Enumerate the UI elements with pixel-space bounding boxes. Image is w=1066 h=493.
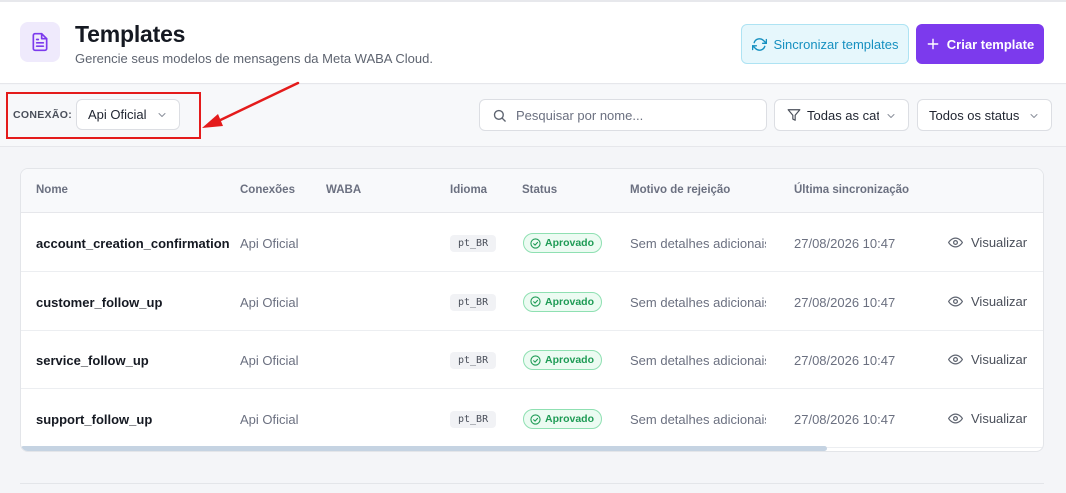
annotation-highlight-box [6,92,201,139]
templates-table: Nome Conexões WABA Idioma Status Motivo … [20,168,1044,452]
status-badge-label: Aprovado [545,413,595,426]
table-row: customer_follow_up Api Oficial pt_BR Aprova… [21,273,1043,331]
status-badge-label: Aprovado [545,354,595,367]
template-connection: Api Oficial [240,412,299,428]
rejection-reason: Sem detalhes adicionais. [630,236,766,251]
column-header-language[interactable]: Idioma [450,184,487,196]
template-connection: Api Oficial [240,236,299,251]
rejection-reason: Sem detalhes adicionais. [630,294,766,310]
last-sync-time: 27/08/2026 10:47 [794,236,896,251]
table-header: Nome Conexões WABA Idioma Status Motivo … [21,169,1043,213]
rejection-reason: Sem detalhes adicionais. [630,412,766,428]
template-name: support_follow_up [36,412,153,428]
status-badge-label: Aprovado [545,295,595,308]
check-circle-icon [530,237,541,249]
annotation-arrow [202,81,300,128]
check-circle-icon [530,413,541,425]
sync-templates-label: Sincronizar templates [773,36,899,52]
filter-toolbar: CONEXÃO: Api Oficial Todas as categorias… [0,81,1066,147]
chevron-down-icon [887,114,895,118]
last-sync-time: 27/08/2026 10:47 [794,353,896,369]
chevron-down-icon [1030,114,1038,118]
template-name: account_creation_confirmation [36,236,230,251]
template-name: service_follow_up [36,353,149,369]
column-header-rejection[interactable]: Motivo de rejeição [630,184,730,196]
create-template-label: Criar template [946,36,1035,52]
language-badge: pt_BR [450,411,497,429]
status-badge: Aprovado [523,409,603,430]
last-sync-time: 27/08/2026 10:47 [794,412,896,428]
page-title: Templates [75,21,186,47]
page-header: Templates Gerencie seus modelos de mensa… [0,0,1066,84]
view-template-label: Visualizar [971,352,1028,368]
search-icon [493,109,506,122]
view-template-label: Visualizar [971,411,1028,427]
view-template-label: Visualizar [971,235,1028,250]
view-template-button[interactable]: Visualizar [948,294,1027,309]
status-badge-label: Aprovado [545,237,595,249]
eye-icon [948,296,963,307]
eye-icon [948,237,963,248]
language-badge: pt_BR [450,235,497,252]
eye-icon [948,354,963,365]
search-field[interactable] [479,99,767,131]
page-subtitle: Gerencie seus modelos de mensagens da Me… [75,51,433,66]
template-connection: Api Oficial [240,294,299,310]
table-row: account_creation_confirmation Api Oficial… [21,214,1043,272]
document-icon [20,22,60,62]
status-badge: Aprovado [523,233,603,253]
column-header-status[interactable]: Status [522,184,557,196]
template-connection: Api Oficial [240,353,299,369]
view-template-button[interactable]: Visualizar [948,235,1027,250]
search-input[interactable] [516,107,756,123]
view-template-button[interactable]: Visualizar [948,352,1027,367]
plus-icon [927,38,939,50]
view-template-button[interactable]: Visualizar [948,411,1027,426]
column-header-connections[interactable]: Conexões [240,184,295,196]
refresh-icon [751,37,767,51]
column-header-name[interactable]: Nome [36,184,68,196]
status-badge: Aprovado [523,291,603,312]
table-row: support_follow_up Api Oficial pt_BR Aprovad… [21,390,1043,449]
status-filter-select[interactable]: Todos os status [917,99,1052,131]
horizontal-scrollbar[interactable] [21,446,827,451]
view-template-label: Visualizar [971,293,1028,309]
template-name: customer_follow_up [36,294,163,310]
check-circle-icon [530,296,541,307]
filter-icon [787,109,801,121]
column-header-last-sync[interactable]: Última sincronização [794,184,909,196]
status-badge: Aprovado [523,350,603,371]
eye-icon [948,413,963,424]
status-filter-value: Todos os status [929,107,1020,123]
last-sync-time: 27/08/2026 10:47 [794,294,896,310]
rejection-reason: Sem detalhes adicionais. [630,353,766,369]
sync-templates-button[interactable]: Sincronizar templates [741,24,909,64]
check-circle-icon [530,355,541,366]
language-badge: pt_BR [450,352,497,370]
divider [20,483,1044,484]
category-filter-value: Todas as categorias [807,107,879,123]
language-badge: pt_BR [450,293,497,311]
category-filter-select[interactable]: Todas as categorias [774,99,909,131]
column-header-waba[interactable]: WABA [326,184,361,196]
create-template-button[interactable]: Criar template [916,24,1044,64]
table-row: service_follow_up Api Oficial pt_BR Aprovad… [21,331,1043,390]
